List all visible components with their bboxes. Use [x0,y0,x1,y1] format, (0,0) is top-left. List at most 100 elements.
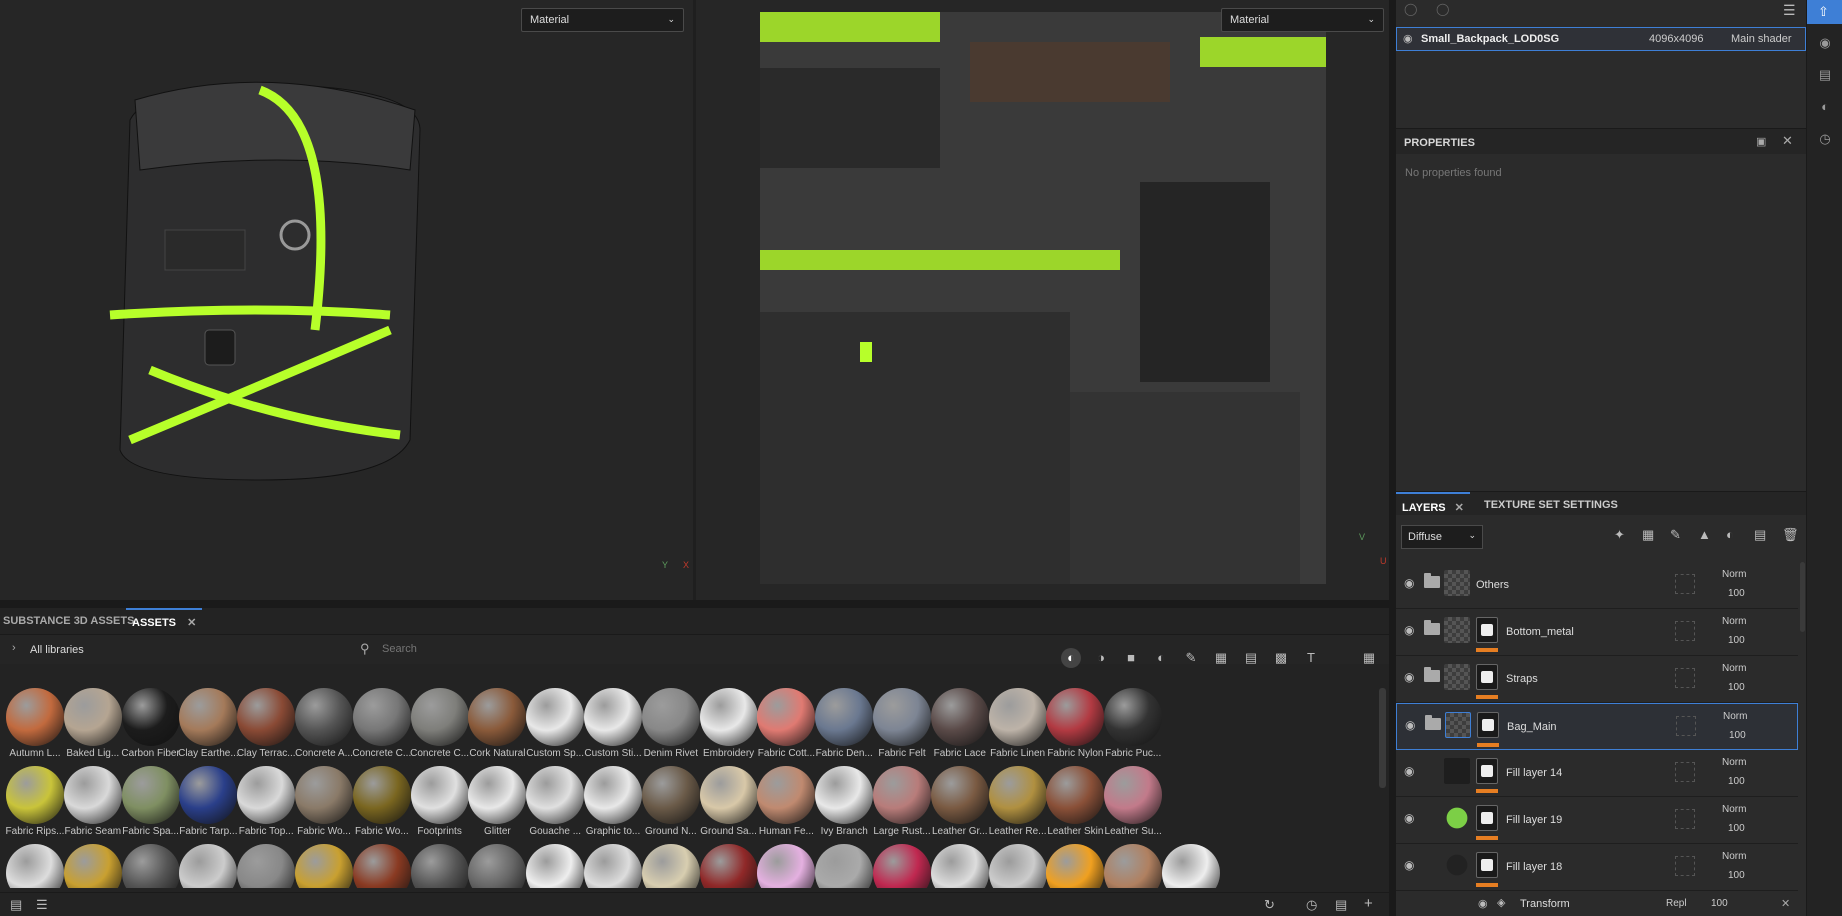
effect-row[interactable]: ◉ ◈ Transform Repl 100 ✕ [1396,891,1798,916]
asset-thumbnail[interactable] [295,766,353,824]
eye-icon[interactable]: ◯ [1436,2,1449,16]
eye-icon[interactable]: ◉ [1478,897,1488,910]
filter-materials-icon[interactable]: ◐ [1061,648,1081,668]
texture-set-list-icon[interactable]: ▤ [1815,65,1835,85]
search-input[interactable] [382,639,1062,659]
asset-thumbnail[interactable] [526,844,585,888]
tab-assets[interactable]: ASSETS ✕ [126,608,203,634]
asset-thumbnail[interactable] [6,688,64,746]
tab-substance-3d-assets[interactable]: SUBSTANCE 3D ASSETS [3,608,134,634]
import-icon[interactable]: ▤ [1335,897,1347,913]
asset-thumbnail[interactable] [179,844,238,888]
blend-mode[interactable]: Norm [1722,569,1746,580]
asset-thumbnail[interactable] [873,766,931,824]
opacity[interactable]: 100 [1728,682,1745,693]
eye-icon[interactable]: ◉ [1404,576,1418,590]
layers-scrollbar[interactable] [1800,562,1805,632]
layer-row[interactable]: ◉ Bottom_metal Norm 100 [1396,609,1798,656]
asset-thumbnail[interactable] [699,844,758,888]
opacity[interactable]: 100 [1728,870,1745,881]
opacity[interactable]: 100 [1711,898,1728,909]
asset-thumbnail[interactable] [468,766,527,824]
assets-scrollbar[interactable] [1379,688,1386,788]
eye-off-icon[interactable]: ◯ [1404,2,1417,16]
fill-bucket-icon[interactable]: ▲ [1698,527,1711,542]
asset-thumbnail[interactable] [410,844,469,888]
opacity[interactable]: 100 [1728,588,1745,599]
viewport-3d[interactable]: Y X [0,0,693,600]
asset-thumbnail[interactable] [63,844,122,888]
filter-brushes-icon[interactable]: ✎ [1181,648,1201,668]
close-icon[interactable]: ✕ [187,617,196,629]
add-fill-layer-icon[interactable]: ▦ [1642,527,1654,543]
asset-thumbnail[interactable] [468,688,527,746]
asset-thumbnail[interactable] [63,688,122,746]
asset-thumbnail[interactable] [63,766,122,824]
asset-thumbnail[interactable] [699,766,758,824]
asset-thumbnail[interactable] [988,844,1047,888]
eye-icon[interactable]: ◉ [1404,670,1418,684]
panel-divider[interactable] [1389,0,1396,916]
add-mask-icon[interactable]: ◐ [1726,527,1734,542]
asset-thumbnail[interactable] [6,766,64,824]
asset-thumbnail[interactable] [526,688,585,746]
asset-thumbnail[interactable] [641,844,700,888]
asset-thumbnail[interactable] [873,844,931,888]
opacity[interactable]: 100 [1729,730,1746,741]
opacity[interactable]: 100 [1728,776,1745,787]
filter-textures-icon[interactable]: ▤ [1241,648,1261,668]
asset-thumbnail[interactable] [1046,766,1105,824]
mask-thumbnail[interactable] [1476,852,1498,878]
asset-thumbnail[interactable] [930,844,989,888]
eye-icon[interactable]: ◉ [1404,811,1418,825]
eye-icon[interactable]: ◉ [1405,718,1419,732]
asset-thumbnail[interactable] [757,766,816,824]
tab-layers[interactable]: LAYERS ✕ [1396,492,1470,516]
display-settings-icon[interactable]: ◉ [1815,33,1835,53]
blend-mode[interactable]: Norm [1722,804,1746,815]
asset-thumbnail[interactable] [930,766,989,824]
asset-thumbnail[interactable] [584,766,642,824]
layer-row[interactable]: ◉ Straps Norm 100 [1396,656,1798,703]
layer-row-selected[interactable]: ◉ Bag_Main Norm 100 [1396,703,1798,750]
opacity[interactable]: 100 [1728,823,1745,834]
chevron-right-icon[interactable]: › [12,642,16,654]
blend-mode[interactable]: Repl [1666,898,1687,909]
layer-row[interactable]: ◉ Fill layer 19 Norm 100 [1396,797,1798,844]
history-icon[interactable]: ◷ [1306,897,1317,913]
asset-thumbnail[interactable] [815,766,874,824]
eye-icon[interactable]: ◉ [1404,623,1418,637]
add-paint-layer-icon[interactable]: ✎ [1670,527,1681,543]
asset-thumbnail[interactable] [237,766,296,824]
asset-thumbnail[interactable] [1046,844,1105,888]
asset-thumbnail[interactable] [237,688,296,746]
opacity[interactable]: 100 [1728,635,1745,646]
blend-mode[interactable]: Norm [1722,851,1746,862]
grid-view-icon[interactable]: ▦ [1359,648,1379,668]
asset-thumbnail[interactable] [641,766,700,824]
asset-thumbnail[interactable] [526,766,585,824]
asset-thumbnail[interactable] [1046,688,1105,746]
asset-thumbnail[interactable] [815,688,874,746]
asset-thumbnail[interactable] [1104,766,1163,824]
filter-patterns-icon[interactable]: ▦ [1211,648,1231,668]
mask-thumbnail[interactable] [1476,805,1498,831]
viewport-2d[interactable]: V U [696,0,1389,600]
filter-generators-icon[interactable]: ◐ [1151,648,1171,668]
asset-thumbnail[interactable] [352,766,411,824]
viewport-3d-mode-dropdown[interactable]: Material ⌄ [521,8,684,32]
filter-environments-icon[interactable]: ▩ [1271,648,1291,668]
asset-thumbnail[interactable] [352,844,411,888]
share-button[interactable]: ⇧ [1807,0,1842,24]
history-icon[interactable]: ◷ [1815,129,1835,149]
asset-thumbnail[interactable] [757,844,816,888]
asset-thumbnail[interactable] [295,688,353,746]
eye-icon[interactable]: ◉ [1403,32,1413,45]
viewport-2d-mode-dropdown[interactable]: Material ⌄ [1221,8,1384,32]
close-icon[interactable]: ✕ [1782,133,1793,149]
asset-thumbnail[interactable] [930,688,989,746]
add-folder-icon[interactable]: ▤ [1754,527,1766,543]
filter-text-icon[interactable]: T [1301,648,1321,668]
close-icon[interactable]: ✕ [1455,502,1464,514]
library-selector[interactable]: All libraries [30,644,84,656]
